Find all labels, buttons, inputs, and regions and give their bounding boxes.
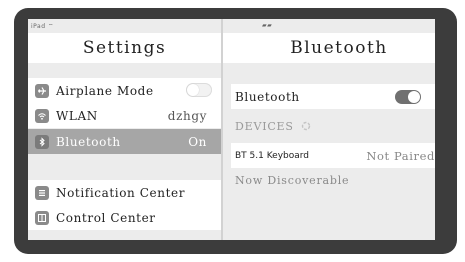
settings-item-bluetooth[interactable]: Bluetooth On	[28, 129, 221, 154]
screen: iPad ⌔ Settings Airplane Mode WLAN dzhgy	[28, 19, 435, 240]
settings-item-label: Airplane Mode	[56, 83, 154, 98]
device-row[interactable]: BT 5.1 Keyboard Not Paired	[231, 143, 435, 168]
discoverable-text: Now Discoverable	[235, 174, 350, 187]
settings-header: Settings	[28, 33, 221, 63]
bluetooth-toggle[interactable]	[395, 90, 421, 104]
devices-header: DEVICES	[235, 120, 311, 134]
airplane-mode-toggle[interactable]	[186, 83, 212, 97]
bluetooth-status-value: On	[188, 134, 207, 149]
settings-item-airplane-mode[interactable]: Airplane Mode	[28, 78, 221, 103]
airplane-icon	[35, 83, 49, 98]
devices-header-label: DEVICES	[235, 120, 294, 133]
settings-title: Settings	[82, 38, 167, 58]
wifi-icon	[35, 108, 49, 123]
loading-spinner-icon	[301, 121, 311, 134]
settings-pane: iPad ⌔ Settings Airplane Mode WLAN dzhgy	[28, 19, 221, 240]
bluetooth-header: Bluetooth	[223, 33, 435, 63]
status-bar-right: ▰▰	[262, 22, 273, 29]
settings-item-label: Bluetooth	[56, 134, 121, 149]
settings-item-control-center[interactable]: Control Center	[28, 205, 221, 230]
wlan-network-name: dzhgy	[167, 108, 207, 123]
settings-item-wlan[interactable]: WLAN dzhgy	[28, 103, 221, 128]
notification-icon	[35, 185, 49, 200]
bluetooth-toggle-label: Bluetooth	[235, 89, 300, 104]
control-center-icon	[35, 210, 49, 225]
toggle-knob	[187, 84, 199, 96]
bluetooth-toggle-row[interactable]: Bluetooth	[231, 84, 435, 109]
status-bar-left: iPad ⌔	[31, 23, 55, 30]
settings-item-label: Notification Center	[56, 185, 186, 200]
bluetooth-title: Bluetooth	[290, 38, 388, 58]
settings-item-label: Control Center	[56, 210, 156, 225]
settings-item-label: WLAN	[56, 108, 98, 123]
toggle-knob	[408, 91, 420, 103]
settings-item-notification-center[interactable]: Notification Center	[28, 180, 221, 205]
device-pair-status: Not Paired	[366, 148, 435, 163]
bluetooth-icon	[35, 134, 49, 149]
device-name: BT 5.1 Keyboard	[235, 150, 310, 161]
bluetooth-pane: ▰▰ Bluetooth Bluetooth DEVICES BT 5.1 Ke…	[223, 19, 435, 240]
